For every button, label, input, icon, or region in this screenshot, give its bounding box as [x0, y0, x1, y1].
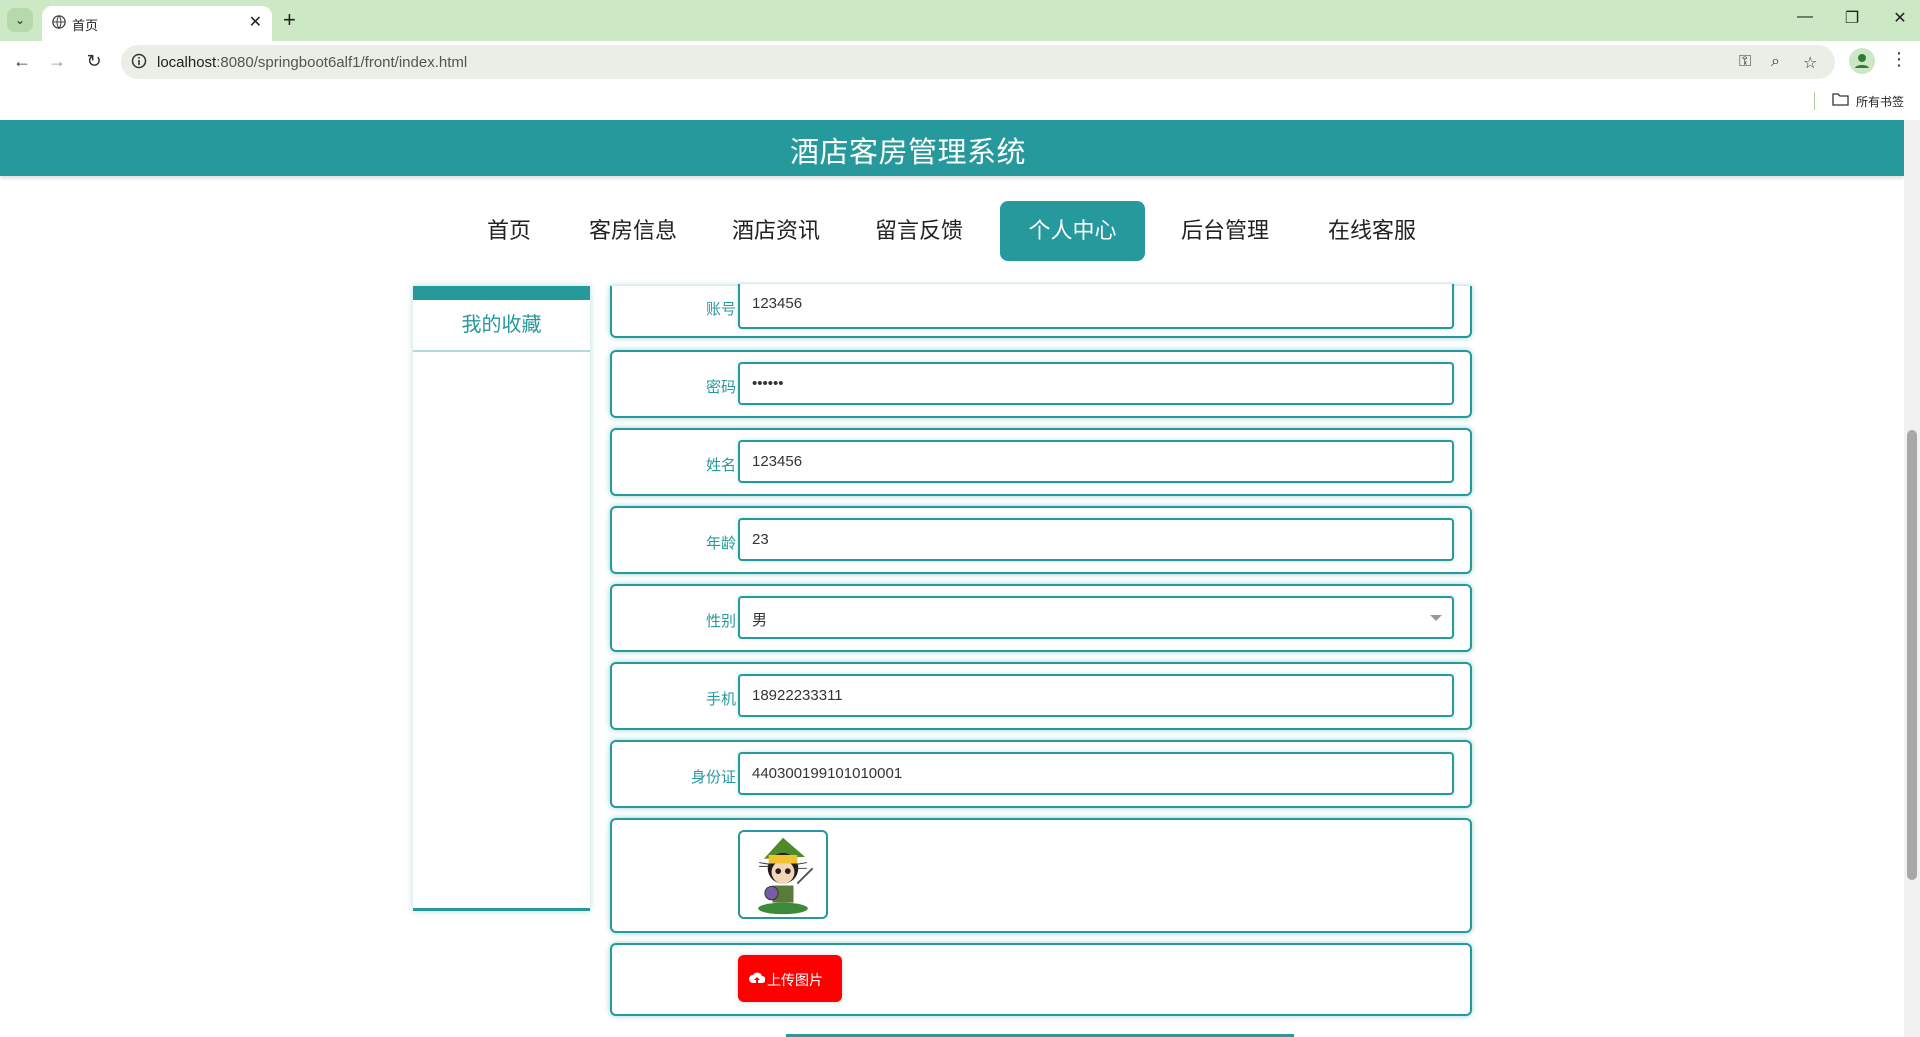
tab-title: 首页 [72, 18, 99, 33]
nav-item-personal-center[interactable]: 个人中心 [1000, 201, 1145, 261]
phone-input[interactable]: 18922233311 [738, 674, 1454, 717]
upload-button-label: 上传图片 [767, 972, 823, 988]
nav-item-rooms[interactable]: 客房信息 [580, 201, 686, 261]
password-value: •••••• [752, 375, 784, 392]
site-header: 酒店客房管理系统 [0, 120, 1904, 176]
nav-item-online-service[interactable]: 在线客服 [1319, 201, 1425, 261]
sidebar: 我的收藏 [413, 286, 590, 911]
nav-item-feedback[interactable]: 留言反馈 [866, 201, 972, 261]
main-nav: 首页 客房信息 酒店资讯 留言反馈 个人中心 后台管理 在线客服 [0, 201, 1904, 261]
bookmarks-divider [1814, 92, 1815, 110]
gender-select[interactable]: 男 [738, 596, 1454, 639]
name-input[interactable]: 123456 [738, 440, 1454, 483]
minimize-button[interactable]: — [1785, 8, 1825, 26]
account-label: 账号 [705, 301, 736, 318]
site-title: 酒店客房管理系统 [789, 137, 1026, 169]
idcard-label: 身份证 [690, 769, 736, 786]
phone-label: 手机 [705, 691, 736, 708]
page-scrollbar[interactable] [1904, 120, 1920, 1037]
form-row-phone: 手机 18922233311 [610, 662, 1472, 730]
globe-icon [52, 15, 66, 29]
chevron-down-icon[interactable] [1430, 615, 1442, 621]
gender-value: 男 [752, 612, 768, 629]
gender-label: 性别 [705, 613, 736, 630]
form-row-idcard: 身份证 440300199101010001 [610, 740, 1472, 808]
scrollbar-thumb[interactable] [1907, 430, 1917, 880]
browser-tab[interactable]: 首页 ✕ [42, 6, 272, 41]
nav-item-admin[interactable]: 后台管理 [1172, 201, 1278, 261]
account-value: 123456 [752, 295, 803, 312]
avatar-image[interactable] [738, 830, 828, 919]
url-text[interactable]: localhost:8080/springboot6alf1/front/ind… [157, 54, 467, 71]
all-bookmarks-link[interactable]: 所有书签 [1856, 93, 1904, 110]
avatar-character-icon [758, 837, 814, 915]
age-value: 23 [752, 531, 769, 548]
upload-image-button[interactable]: 上传图片 [738, 955, 842, 1002]
reload-button[interactable]: ↻ [82, 51, 106, 72]
forward-button[interactable]: → [45, 51, 69, 72]
idcard-value: 440300199101010001 [752, 765, 903, 782]
form-row-password: 密码 •••••• [610, 350, 1472, 418]
form-row-upload: 上传图片 [610, 943, 1472, 1016]
form-row-avatar [610, 818, 1472, 933]
sidebar-item-favorites[interactable]: 我的收藏 [413, 300, 590, 352]
form-row-name: 姓名 123456 [610, 428, 1472, 496]
tab-close-icon[interactable]: ✕ [249, 12, 262, 32]
password-key-icon[interactable]: ⚿ [1739, 53, 1751, 71]
sidebar-header-bar [413, 286, 590, 300]
site-info-icon[interactable] [131, 53, 147, 69]
browser-toolbar: ← → ↻ localhost:8080/springboot6alf1/fro… [0, 41, 1920, 83]
zoom-icon[interactable]: ⌕ [1771, 53, 1780, 71]
restore-button[interactable]: ❐ [1832, 8, 1872, 28]
browser-menu-icon[interactable]: ⋮ [1890, 49, 1908, 70]
account-input[interactable]: 123456 [738, 284, 1454, 329]
tab-search-button[interactable]: ⌄ [7, 8, 33, 32]
nav-item-home[interactable]: 首页 [473, 201, 545, 261]
age-label: 年龄 [705, 535, 736, 552]
name-label: 姓名 [705, 457, 736, 474]
phone-value: 18922233311 [752, 687, 843, 704]
new-tab-button[interactable]: + [283, 7, 296, 33]
cloud-upload-icon [749, 972, 765, 983]
page-viewport: 酒店客房管理系统 首页 客房信息 酒店资讯 留言反馈 个人中心 后台管理 在线客… [0, 120, 1904, 1037]
bookmark-star-icon[interactable]: ☆ [1803, 53, 1817, 73]
back-button[interactable]: ← [10, 51, 34, 72]
address-bar[interactable]: localhost:8080/springboot6alf1/front/ind… [121, 45, 1835, 79]
form-row-age: 年龄 23 [610, 506, 1472, 574]
password-label: 密码 [705, 379, 736, 396]
password-input[interactable]: •••••• [738, 362, 1454, 405]
nav-item-news[interactable]: 酒店资讯 [723, 201, 829, 261]
idcard-input[interactable]: 440300199101010001 [738, 752, 1454, 795]
name-value: 123456 [752, 453, 803, 470]
form-row-account: 账号 123456 [610, 284, 1472, 338]
folder-icon[interactable] [1832, 93, 1849, 106]
age-input[interactable]: 23 [738, 518, 1454, 561]
bookmarks-bar: 所有书签 [0, 83, 1920, 120]
form-row-gender: 性别 男 [610, 584, 1472, 652]
close-window-button[interactable]: ✕ [1880, 8, 1920, 28]
profile-avatar-icon[interactable] [1849, 48, 1875, 74]
browser-tab-strip: ⌄ 首页 ✕ + — ❐ ✕ [0, 0, 1920, 41]
